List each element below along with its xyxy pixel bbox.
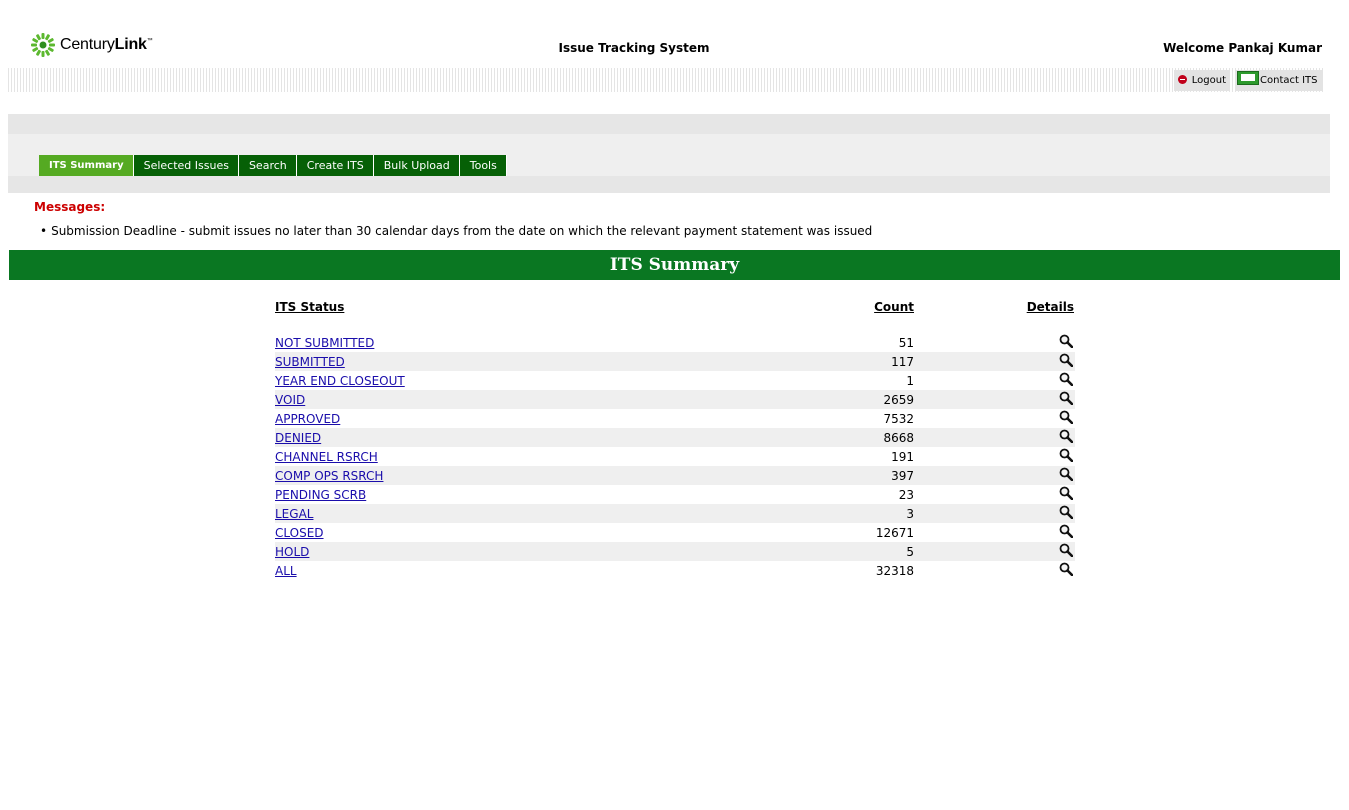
table-row: HOLD 5 — [275, 542, 1075, 561]
magnifier-icon[interactable] — [1059, 562, 1074, 577]
status-count: 117 — [891, 355, 914, 369]
summary-title: ITS Summary — [9, 250, 1340, 280]
table-row: YEAR END CLOSEOUT 1 — [275, 371, 1075, 390]
table-row: APPROVED 7532 — [275, 409, 1075, 428]
magnifier-icon[interactable] — [1059, 505, 1074, 520]
status-count: 397 — [891, 469, 914, 483]
table-row: COMP OPS RSRCH 397 — [275, 466, 1075, 485]
message-text: Submission Deadline - submit issues no l… — [51, 224, 873, 238]
status-count: 51 — [898, 336, 914, 350]
table-row: SUBMITTED 117 — [275, 352, 1075, 371]
column-header-count[interactable]: Count — [874, 300, 914, 314]
magnifier-icon[interactable] — [1059, 467, 1074, 482]
table-row: VOID 2659 — [275, 390, 1075, 409]
app-title: Issue Tracking System — [558, 41, 710, 55]
status-link[interactable]: LEGAL — [275, 507, 313, 521]
contact-label: Contact ITS — [1260, 75, 1318, 86]
table-row: PENDING SCRB 23 — [275, 485, 1075, 504]
magnifier-icon[interactable] — [1059, 486, 1074, 501]
status-link[interactable]: APPROVED — [275, 412, 340, 426]
status-count: 191 — [891, 450, 914, 464]
status-count: 7532 — [883, 412, 914, 426]
logout-button[interactable]: Logout — [1174, 70, 1230, 91]
header-stripe — [8, 68, 1323, 92]
status-count: 8668 — [883, 431, 914, 445]
table-row: NOT SUBMITTED 51 — [275, 333, 1075, 352]
tab-bulk-upload[interactable]: Bulk Upload — [373, 155, 460, 176]
status-link[interactable]: DENIED — [275, 431, 321, 445]
table-row: ALL 32318 — [275, 561, 1075, 580]
status-count: 32318 — [875, 564, 914, 578]
status-count: 23 — [898, 488, 914, 502]
status-link[interactable]: YEAR END CLOSEOUT — [275, 374, 405, 388]
table-row: DENIED 8668 — [275, 428, 1075, 447]
status-count: 5 — [906, 545, 914, 559]
contact-its-button[interactable]: Contact ITS — [1236, 70, 1323, 91]
messages-label: Messages: — [34, 200, 106, 214]
status-count: 2659 — [883, 393, 914, 407]
message-item: • Submission Deadline - submit issues no … — [40, 224, 872, 238]
status-link[interactable]: HOLD — [275, 545, 309, 559]
tab-tools[interactable]: Tools — [459, 155, 507, 176]
magnifier-icon[interactable] — [1059, 372, 1074, 387]
column-header-details[interactable]: Details — [1027, 300, 1074, 314]
magnifier-icon[interactable] — [1059, 448, 1074, 463]
status-link[interactable]: ALL — [275, 564, 297, 578]
welcome-text: Welcome Pankaj Kumar — [1163, 41, 1322, 55]
status-link[interactable]: COMP OPS RSRCH — [275, 469, 383, 483]
table-row: CLOSED 12671 — [275, 523, 1075, 542]
tab-its-summary[interactable]: ITS Summary — [39, 155, 134, 176]
summary-rows: NOT SUBMITTED 51 SUBMITTED 117 YEAR END … — [275, 333, 1075, 580]
stop-icon — [1178, 74, 1187, 84]
magnifier-icon[interactable] — [1059, 524, 1074, 539]
table-row: LEGAL 3 — [275, 504, 1075, 523]
tab-search[interactable]: Search — [238, 155, 297, 176]
logout-label: Logout — [1191, 75, 1226, 86]
status-link[interactable]: NOT SUBMITTED — [275, 336, 374, 350]
nav-tabs: ITS Summary Selected Issues Search Creat… — [39, 155, 507, 176]
tab-selected-issues[interactable]: Selected Issues — [133, 155, 239, 176]
status-count: 12671 — [875, 526, 914, 540]
tab-create-its[interactable]: Create ITS — [296, 155, 374, 176]
status-count: 1 — [906, 374, 914, 388]
status-link[interactable]: PENDING SCRB — [275, 488, 366, 502]
column-header-status[interactable]: ITS Status — [275, 300, 344, 314]
mail-icon — [1237, 70, 1259, 85]
status-link[interactable]: CHANNEL RSRCH — [275, 450, 378, 464]
magnifier-icon[interactable] — [1059, 410, 1074, 425]
status-link[interactable]: VOID — [275, 393, 305, 407]
status-link[interactable]: SUBMITTED — [275, 355, 345, 369]
bullet: • — [40, 224, 48, 238]
nav-band-bottom — [8, 176, 1330, 193]
magnifier-icon[interactable] — [1059, 334, 1074, 349]
magnifier-icon[interactable] — [1059, 353, 1074, 368]
table-row: CHANNEL RSRCH 191 — [275, 447, 1075, 466]
status-link[interactable]: CLOSED — [275, 526, 324, 540]
status-count: 3 — [906, 507, 914, 521]
magnifier-icon[interactable] — [1059, 429, 1074, 444]
magnifier-icon[interactable] — [1059, 391, 1074, 406]
nav-band-top — [8, 114, 1330, 134]
magnifier-icon[interactable] — [1059, 543, 1074, 558]
